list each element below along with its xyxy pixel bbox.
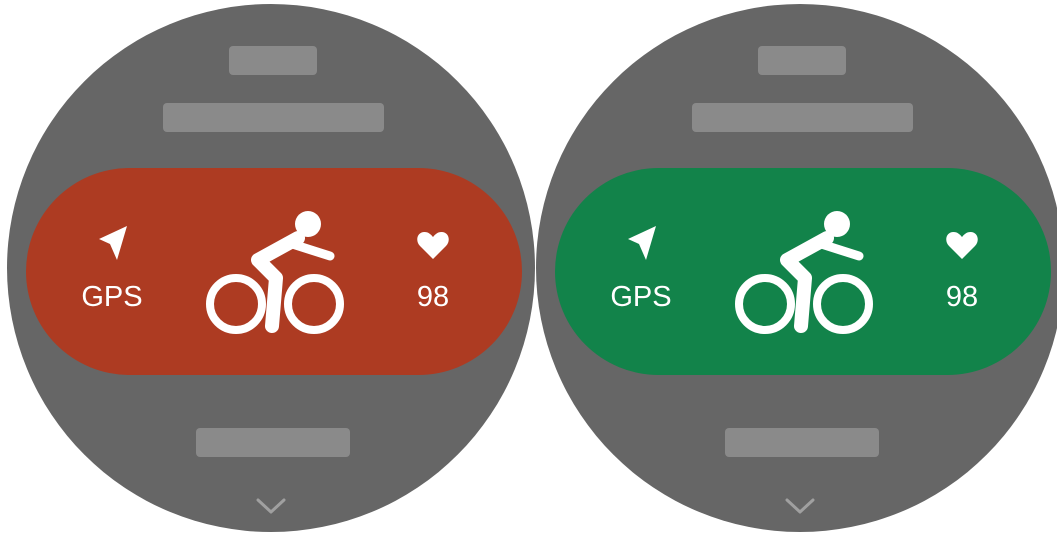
heart-icon bbox=[946, 232, 978, 259]
chevron-down-icon[interactable] bbox=[255, 496, 287, 516]
placeholder-bar bbox=[758, 46, 846, 75]
navigation-arrow-icon bbox=[628, 226, 656, 260]
gps-label: GPS bbox=[610, 281, 672, 313]
heart-rate-value: 98 bbox=[945, 281, 979, 313]
placeholder-bar bbox=[229, 46, 317, 75]
gps-label: GPS bbox=[81, 281, 143, 313]
chevron-down-icon[interactable] bbox=[784, 496, 816, 516]
placeholder-bar bbox=[196, 428, 350, 457]
navigation-arrow-icon bbox=[99, 226, 127, 260]
placeholder-bar bbox=[725, 428, 879, 457]
placeholder-bar bbox=[692, 103, 913, 132]
cycling-icon bbox=[206, 211, 344, 334]
cycling-icon bbox=[735, 211, 873, 334]
watch-screen-left: GPS 98 bbox=[7, 4, 535, 532]
watch-screen-right: GPS 98 bbox=[536, 4, 1057, 532]
heart-rate-value: 98 bbox=[416, 281, 450, 313]
placeholder-bar bbox=[163, 103, 384, 132]
heart-icon bbox=[417, 232, 449, 259]
